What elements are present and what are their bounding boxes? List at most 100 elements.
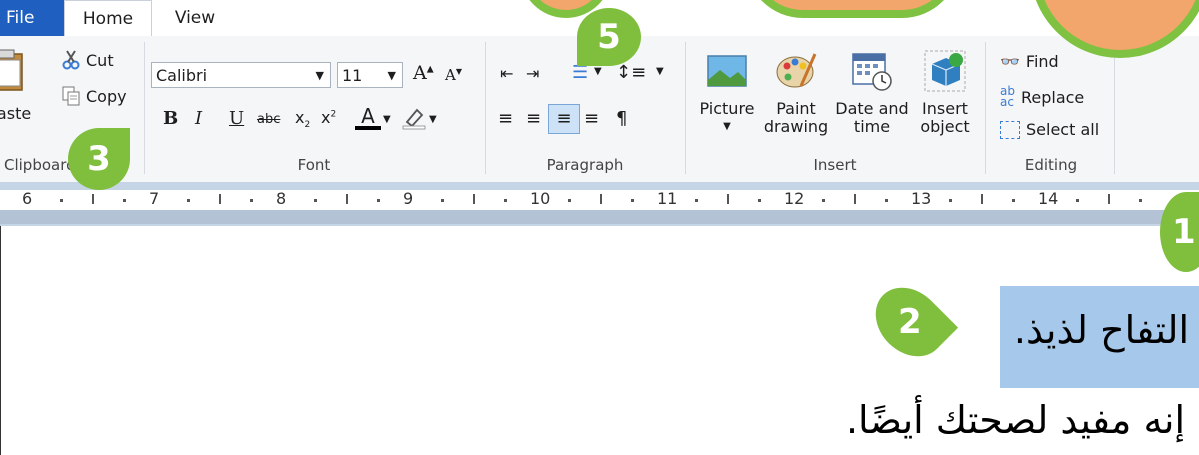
paragraph-direction-icon[interactable]: ¶ <box>616 108 627 129</box>
align-right-icon[interactable]: ≡ <box>548 104 580 134</box>
font-group-label: Font <box>297 156 331 174</box>
ruler-tick <box>1107 194 1110 204</box>
scissors-icon <box>62 50 80 70</box>
copy-icon <box>62 86 80 106</box>
document-line-2[interactable]: إنه مفيد لصحتك أيضًا. <box>846 394 1185 446</box>
paint-label-line1: Paint <box>776 99 816 118</box>
decrease-indent-icon[interactable]: ⇤ <box>500 64 513 83</box>
chevron-down-icon: ▼ <box>723 121 731 132</box>
increase-indent-icon[interactable]: ⇥ <box>526 64 539 83</box>
font-color-icon[interactable]: A <box>355 104 381 130</box>
ruler-tick <box>853 194 856 204</box>
ruler-dot <box>885 199 889 202</box>
ruler-dot <box>758 199 762 202</box>
tab-home[interactable]: Home <box>64 0 152 37</box>
picture-button[interactable]: Picture ▼ <box>692 44 762 136</box>
chevron-down-icon: ▼ <box>387 69 396 82</box>
paint-palette-icon <box>776 53 817 88</box>
ruler-number: 9 <box>403 189 414 208</box>
ruler-dot <box>1139 199 1143 202</box>
font-family-dropdown[interactable]: Calibri ▼ <box>151 62 331 88</box>
paste-button[interactable]: Paste ▼ <box>0 48 38 138</box>
chevron-down-icon[interactable]: ▼ <box>656 66 664 77</box>
align-left-icon[interactable]: ≡ <box>498 108 513 129</box>
picture-label: Picture <box>699 99 755 118</box>
superscript-icon[interactable]: x2 <box>321 108 336 127</box>
ruler-dot <box>377 199 381 202</box>
object-cube-icon <box>924 50 966 92</box>
ruler-dot <box>504 199 508 202</box>
ruler-dot <box>821 199 825 202</box>
find-button[interactable]: 👓 Find <box>1000 52 1059 71</box>
date-and-time-button[interactable]: Date and time <box>834 44 910 136</box>
shrink-font-icon[interactable]: A▼ <box>445 66 462 84</box>
document-line-1[interactable]: التفاح لذيذ. <box>1014 300 1189 360</box>
ruler-number: 11 <box>657 189 678 208</box>
ruler-dot <box>250 199 254 202</box>
tab-file[interactable]: File <box>0 0 64 36</box>
ruler-dot <box>567 199 571 202</box>
ruler-dot <box>313 199 317 202</box>
replace-icon: ab ac <box>1000 84 1015 109</box>
ruler-tick <box>726 194 729 204</box>
font-size-dropdown[interactable]: 11 ▼ <box>337 62 403 88</box>
chevron-down-icon[interactable]: ▼ <box>429 114 437 125</box>
insert-object-button[interactable]: Insert object <box>912 44 978 136</box>
ruler-dot <box>1075 199 1079 202</box>
underline-icon[interactable]: U <box>229 108 244 129</box>
editing-group-label: Editing <box>1024 156 1078 174</box>
ruler-number: 12 <box>784 189 805 208</box>
object-label-line1: Insert <box>922 99 968 118</box>
ruler-dot <box>694 199 698 202</box>
ruler-dot <box>123 199 127 202</box>
font-group: Calibri ▼ 11 ▼ A▲ A▼ B I U abc x2 x2 A ▼… <box>145 36 483 182</box>
ruler-tick <box>218 194 221 204</box>
replace-button[interactable]: ab ac Replace <box>1000 84 1085 109</box>
paint-drawing-button[interactable]: Paint drawing <box>760 44 832 136</box>
paste-icon <box>0 49 23 91</box>
callout-badge-5: 5 <box>577 8 641 66</box>
ruler-tick <box>345 194 348 204</box>
strikethrough-icon[interactable]: abc <box>257 112 280 127</box>
justify-icon[interactable]: ≡ <box>584 108 599 129</box>
chevron-down-icon[interactable]: ▼ <box>383 114 391 125</box>
italic-icon[interactable]: I <box>195 108 202 129</box>
ruler-number: 8 <box>276 189 287 208</box>
select-all-label: Select all <box>1026 120 1100 139</box>
select-all-button[interactable]: Select all <box>1000 120 1099 139</box>
ruler-tick <box>472 194 475 204</box>
ruler-number: 10 <box>530 189 551 208</box>
chevron-down-icon[interactable]: ▼ <box>594 66 602 77</box>
line-spacing-icon[interactable]: ↕≡ <box>616 62 646 83</box>
ruler-number: 14 <box>1038 189 1059 208</box>
object-label-line2: object <box>920 117 970 136</box>
calendar-clock-icon <box>852 53 892 91</box>
insert-group-label: Insert <box>813 156 857 174</box>
binoculars-icon: 👓 <box>1000 52 1020 71</box>
subscript-icon[interactable]: x2 <box>295 108 310 130</box>
bold-icon[interactable]: B <box>163 108 178 129</box>
ruler-dot <box>59 199 63 202</box>
align-center-icon[interactable]: ≡ <box>526 108 541 129</box>
tab-view[interactable]: View <box>160 0 230 36</box>
copy-button[interactable]: Copy <box>62 86 127 106</box>
ruler-number: 13 <box>911 189 932 208</box>
picture-icon <box>707 55 747 87</box>
highlight-icon[interactable] <box>401 106 427 130</box>
copy-label: Copy <box>86 86 127 106</box>
group-divider <box>1114 42 1115 174</box>
chevron-down-icon: ▼ <box>315 69 324 82</box>
paste-label: Paste <box>0 104 32 123</box>
ruler-dot <box>948 199 952 202</box>
date-label-line2: time <box>853 117 891 136</box>
callout-badge-2-label: 2 <box>898 301 922 342</box>
insert-group: Picture ▼ Paint drawing Date and time In… <box>686 36 984 182</box>
ruler-dot <box>186 199 190 202</box>
select-all-icon <box>1000 120 1020 139</box>
paragraph-group-label: Paragraph <box>546 156 624 174</box>
ruler-dot <box>440 199 444 202</box>
grow-font-icon[interactable]: A▲ <box>413 62 434 84</box>
replace-label: Replace <box>1020 87 1085 107</box>
cut-button[interactable]: Cut <box>62 50 114 70</box>
ruler-dot <box>1012 199 1016 202</box>
